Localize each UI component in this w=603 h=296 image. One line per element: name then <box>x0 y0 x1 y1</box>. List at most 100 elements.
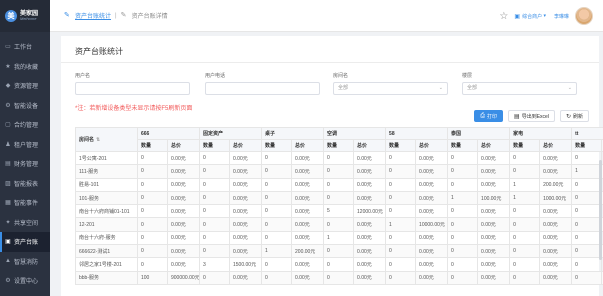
total-price-cell: 0.00元 <box>228 230 263 246</box>
quantity-cell: 1 <box>385 217 417 232</box>
filter-label: 用户电话 <box>205 73 226 79</box>
sidebar-item-desktop[interactable]: ▭ 工作台 <box>0 37 50 57</box>
quantity-cell: 0 <box>199 217 230 232</box>
total-price-cell: 0.00元 <box>353 164 387 179</box>
total-price-cell: 0.00元 <box>167 204 200 219</box>
sidebar-item-asset[interactable]: ▣ 资产台账 <box>0 232 50 252</box>
total-price-cell: 12000.00元 <box>353 204 387 219</box>
quantity-cell: 0 <box>323 244 355 259</box>
room-select[interactable]: 全部 ⌄ <box>333 82 448 95</box>
total-price-cell: 0.00元 <box>477 217 511 232</box>
total-price-header: 总价 <box>291 139 325 152</box>
total-price-cell: 10000.00元 <box>415 217 449 232</box>
total-price-cell: 0.00元 <box>228 204 263 219</box>
print-button[interactable]: ⎙ 打印 <box>474 110 504 122</box>
filter-bar: 用户名 用户电话 房间名 全部 ⌄ 楼层 全部 ⌄ <box>75 72 595 102</box>
quantity-cell: 0 <box>137 204 168 219</box>
table-row[interactable]: 邻居之家1号楼-201 0 0.00元 3 1500.00元 0 0.00元 0 0.00元 0 0… <box>75 257 603 272</box>
asset-stats-card: 资产台账统计 用户名 用户电话 房间名 全部 ⌄ 楼层 全部 ⌄ *注：若新增设备类… <box>61 36 603 296</box>
sidebar-item-event[interactable]: ▦ 智能事件 <box>0 193 50 213</box>
total-price-cell: 0.00元 <box>291 257 325 272</box>
quantity-cell: 1 <box>261 244 293 259</box>
logo[interactable]: 美 美家园 Meihome <box>0 0 50 32</box>
tenant-dropdown[interactable]: ▣ 综合商户 ▾ <box>514 13 546 20</box>
table-sub-header-row: 数量总价数量总价数量总价数量总价数量总价数量总价数量总价数量总价 <box>76 139 603 152</box>
quantity-cell: 0 <box>571 257 603 272</box>
favorite-star-icon[interactable]: ☆ <box>499 11 508 22</box>
sidebar-item-star[interactable]: ★ 我的收藏 <box>0 57 50 77</box>
quantity-cell: 0 <box>571 150 603 166</box>
quantity-cell: 1 <box>447 190 479 206</box>
sidebar-item-fire[interactable]: ▲ 智慧消防 <box>0 252 50 272</box>
table-row[interactable]: 12-201 0 0.00元 0 0.00元 0 0.00元 0 0.00元 1 10000.00元… <box>75 217 603 232</box>
table-row[interactable]: 101-服务 0 0.00元 0 0.00元 0 0.00元 0 0.00元 0 0.00元 1 100… <box>75 190 603 206</box>
total-price-cell: 0.00元 <box>353 177 387 192</box>
sidebar-item-report[interactable]: ▨ 智能报表 <box>0 174 50 194</box>
asset-group-header: 666 <box>137 127 200 140</box>
total-price-cell: 200.00元 <box>539 177 573 192</box>
quantity-cell: 0 <box>509 244 541 259</box>
total-price-cell: 0.00元 <box>167 150 200 166</box>
quantity-cell: 0 <box>571 204 603 219</box>
total-price-cell: 0.00元 <box>477 244 511 259</box>
edit-icon: ✎ <box>64 12 70 19</box>
table-row[interactable]: 111-服务 0 0.00元 0 0.00元 0 0.00元 0 0.00元 0 0.00元 0 0.0… <box>75 164 603 179</box>
total-price-cell: 0.00元 <box>167 164 200 179</box>
main-content: 资产台账统计 用户名 用户电话 房间名 全部 ⌄ 楼层 全部 ⌄ *注：若新增设备类… <box>50 32 603 296</box>
sidebar-item-resource[interactable]: ◆ 资源管理 <box>0 76 50 96</box>
total-price-cell: 0.00元 <box>353 230 387 246</box>
refresh-button[interactable]: ↻ 刷新 <box>559 110 589 122</box>
vertical-scrollbar[interactable] <box>599 160 602 260</box>
total-price-cell: 0.00元 <box>477 230 511 246</box>
total-price-header: 总价 <box>167 139 200 152</box>
username[interactable]: 李琳琳 <box>554 13 569 20</box>
quantity-cell: 0 <box>261 190 293 206</box>
room-column-header[interactable]: 房间名 ⇅ <box>75 127 138 152</box>
table-row[interactable]: 南台十六府商铺01-101 0 0.00元 0 0.00元 0 0.00元 5 12000.00… <box>75 204 603 219</box>
table-row[interactable]: 胜易-101 0 0.00元 0 0.00元 0 0.00元 0 0.00元 0 0.00元 0 0.0… <box>75 177 603 192</box>
quantity-cell: 0 <box>447 257 479 272</box>
quantity-header: 数量 <box>323 139 355 152</box>
document-icon: ▤ <box>514 113 520 120</box>
sidebar-item-tenant[interactable]: ♟ 租户管理 <box>0 135 50 155</box>
asset-group-header: 家电 <box>509 127 573 140</box>
sidebar-item-label: 资产台账 <box>14 240 39 247</box>
total-price-cell: 0.00元 <box>353 150 387 166</box>
sidebar-item-device[interactable]: ⚙ 智能设备 <box>0 96 50 116</box>
chevron-down-icon: ⌄ <box>567 85 572 91</box>
sidebar-item-settings[interactable]: ⚙ 设置中心 <box>0 271 50 291</box>
table-row[interactable]: 南台十六府-服务 0 0.00元 0 0.00元 0 0.00元 1 0.00元 0 0.00元 0 0… <box>75 230 603 246</box>
quantity-cell: 0 <box>509 217 541 232</box>
room-name-cell: 666622-测试1 <box>75 244 138 259</box>
table-row[interactable]: 1号公寓-201 0 0.00元 0 0.00元 0 0.00元 0 0.00元 0 0.00元 0 0… <box>75 150 603 166</box>
total-price-cell: 0.00元 <box>415 150 449 166</box>
total-price-cell: 0.00元 <box>353 270 387 285</box>
sidebar-item-share[interactable]: ✦ 共享空间 <box>0 213 50 233</box>
quantity-cell: 0 <box>137 257 168 272</box>
total-price-cell: 0.00元 <box>167 244 200 259</box>
asset-group-header: 固定资产 <box>198 127 263 140</box>
quantity-cell: 0 <box>323 190 355 206</box>
sidebar-item-finance[interactable]: ▤ 财务管理 <box>0 154 50 174</box>
username-input[interactable] <box>75 82 190 95</box>
table-row[interactable]: 666622-测试1 0 0.00元 0 0.00元 1 200.00元 0 0.00元 0 0.0… <box>75 244 603 259</box>
breadcrumb-link[interactable]: 资产台账统计 <box>75 11 111 20</box>
total-price-cell: 0.00元 <box>167 177 200 192</box>
total-price-cell: 0.00元 <box>415 177 449 192</box>
quantity-cell: 0 <box>385 204 417 219</box>
export-excel-button[interactable]: ▤ 导出到Excel <box>508 110 555 122</box>
breadcrumb-current[interactable]: 资产台账详情 <box>132 11 168 20</box>
total-price-cell: 0.00元 <box>477 150 511 166</box>
phone-input[interactable] <box>205 82 320 95</box>
sidebar-item-contract[interactable]: ▢ 合约管理 <box>0 115 50 135</box>
table-group-header-row: 房间名 ⇅ 666 固定资产 桌子 空调 58 泰国 家电 tt <box>75 127 603 152</box>
table-row[interactable]: bbb-服务 100 900000.00元 0 0.00元 0 0.00元 0 0.00元 0 0.… <box>75 270 603 285</box>
filter-label: 楼层 <box>462 73 473 79</box>
share-icon: ✦ <box>5 219 11 226</box>
quantity-cell: 0 <box>385 270 417 285</box>
avatar[interactable] <box>575 7 593 25</box>
floor-select[interactable]: 全部 ⌄ <box>462 82 577 95</box>
total-price-cell: 0.00元 <box>477 164 511 179</box>
quantity-cell: 0 <box>385 150 417 166</box>
quantity-cell: 0 <box>447 244 479 259</box>
